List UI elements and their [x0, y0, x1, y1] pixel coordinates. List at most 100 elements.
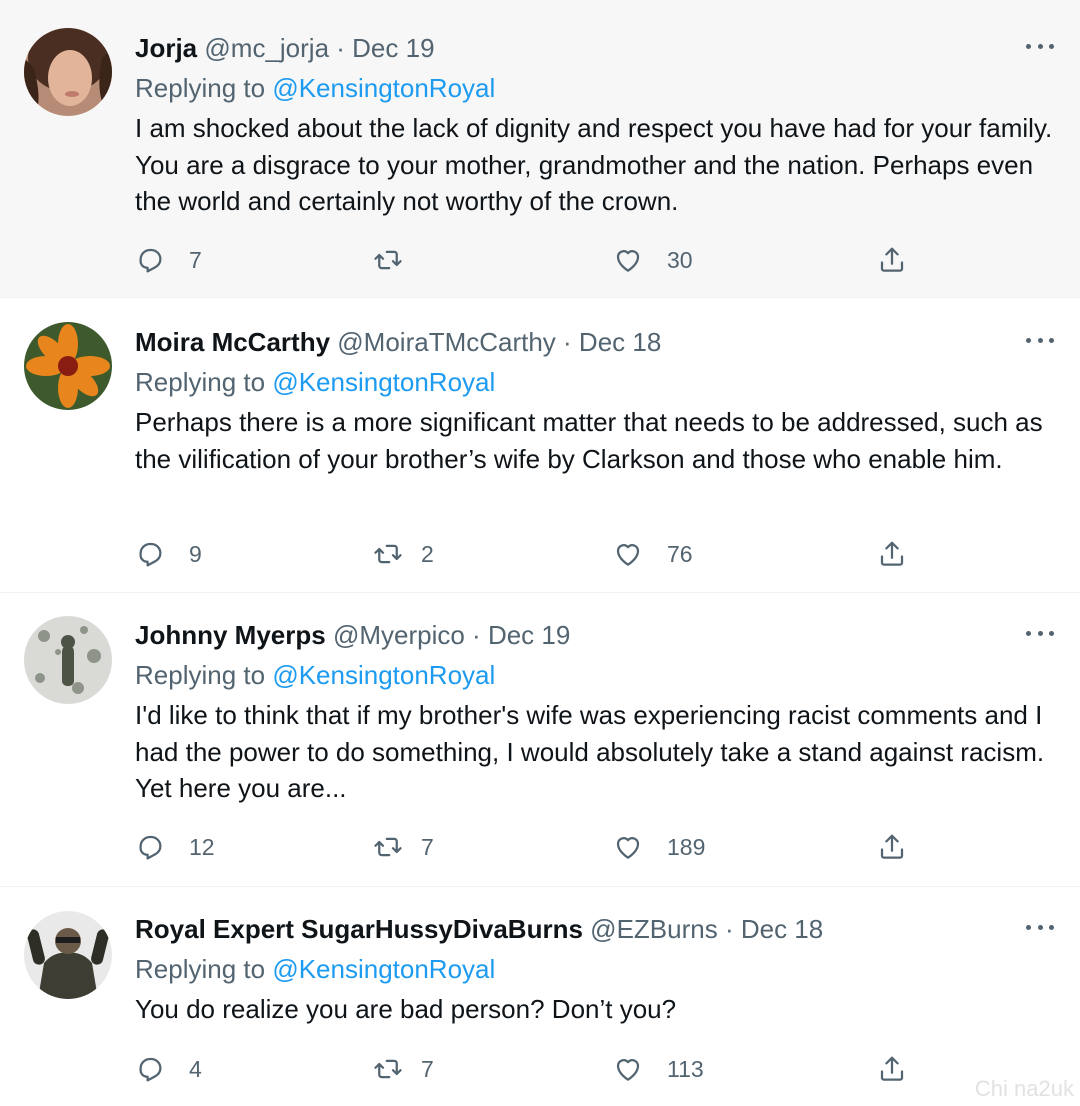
reply-button[interactable]: 4 [135, 1053, 202, 1085]
tweet[interactable]: Royal Expert SugarHussyDivaBurns @EZBurn… [0, 887, 1080, 1106]
heart-icon [616, 544, 640, 566]
reply-icon [139, 248, 162, 273]
share-icon [880, 1056, 904, 1081]
retweet-count: 7 [421, 833, 434, 860]
reply-count: 9 [189, 540, 202, 567]
replying-handle-link[interactable]: @KensingtonRoyal [272, 73, 495, 103]
replying-to: Replying to @KensingtonRoyal [135, 953, 495, 985]
reply-button[interactable]: 7 [135, 244, 202, 276]
like-button[interactable]: 30 [613, 244, 693, 276]
heart-icon [616, 1059, 640, 1081]
handle-text: @mc_jorja [204, 33, 330, 63]
retweet-count: 7 [421, 1055, 434, 1082]
share-button[interactable] [877, 1053, 907, 1085]
reply-icon [139, 542, 162, 567]
avatar[interactable] [24, 911, 112, 999]
avatar-image [24, 616, 112, 704]
separator: · [464, 620, 488, 650]
reply-icon [139, 835, 162, 860]
replying-handle-link[interactable]: @KensingtonRoyal [272, 660, 495, 690]
like-count: 30 [667, 246, 693, 273]
replying-to: Replying to @KensingtonRoyal [135, 659, 495, 691]
tweet-actions: 12 7 189 [135, 831, 915, 863]
replying-to: Replying to @KensingtonRoyal [135, 366, 495, 398]
avatar-image [24, 28, 112, 116]
retweet-button[interactable]: 7 [373, 831, 434, 863]
reply-icon [139, 1057, 162, 1082]
timestamp[interactable]: Dec 18 [741, 914, 823, 944]
more-icon[interactable] [1026, 917, 1054, 937]
tweet[interactable]: Moira McCarthy @MoiraTMcCarthy · Dec 18 … [0, 298, 1080, 593]
share-button[interactable] [877, 538, 907, 570]
share-icon [880, 247, 904, 272]
retweet-icon [374, 544, 402, 564]
reply-button[interactable]: 9 [135, 538, 202, 570]
replying-prefix: Replying to [135, 954, 266, 984]
replying-handle-link[interactable]: @KensingtonRoyal [272, 367, 495, 397]
avatar[interactable] [24, 322, 112, 410]
tweet-text: You do realize you are bad person? Don’t… [135, 994, 677, 1024]
username[interactable]: @mc_jorja [204, 33, 329, 63]
like-button[interactable]: 189 [613, 831, 705, 863]
retweet-icon [374, 250, 402, 270]
handle-text: @Myerpico [332, 620, 465, 650]
like-count: 189 [667, 833, 706, 860]
display-name[interactable]: Johnny Myerps [135, 620, 326, 650]
tweet[interactable]: Johnny Myerps @Myerpico · Dec 19 Replyin… [0, 593, 1080, 887]
timestamp[interactable]: Dec 19 [488, 620, 570, 650]
like-count: 113 [667, 1055, 704, 1082]
more-icon[interactable] [1026, 36, 1054, 56]
avatar[interactable] [24, 616, 112, 704]
reply-count: 12 [189, 833, 215, 860]
retweet-icon [374, 837, 402, 857]
retweet-button[interactable]: 7 [373, 1053, 434, 1085]
username[interactable]: @EZBurns [590, 914, 718, 944]
retweet-icon [374, 1059, 402, 1079]
replying-to: Replying to @KensingtonRoyal [135, 72, 495, 104]
more-icon[interactable] [1026, 330, 1054, 350]
replying-prefix: Replying to [135, 73, 266, 103]
replying-prefix: Replying to [135, 660, 266, 690]
reply-button[interactable]: 12 [135, 831, 215, 863]
separator: · [555, 327, 579, 357]
avatar-image [24, 911, 112, 999]
retweet-button[interactable]: 2 [373, 538, 434, 570]
username[interactable]: @MoiraTMcCarthy [337, 327, 556, 357]
replying-prefix: Replying to [135, 367, 266, 397]
display-name[interactable]: Jorja [135, 33, 197, 63]
replying-handle-link[interactable]: @KensingtonRoyal [272, 954, 495, 984]
username[interactable]: @Myerpico [333, 620, 465, 650]
more-icon[interactable] [1026, 623, 1054, 643]
separator: · [329, 33, 353, 63]
like-count: 76 [667, 540, 693, 567]
share-icon [880, 834, 904, 859]
retweet-count: 2 [421, 540, 434, 567]
tweet-text: I'd like to think that if my brother's w… [135, 700, 1045, 803]
tweet-actions: 4 7 113 [135, 1053, 915, 1085]
tweet-text: Perhaps there is a more significant matt… [135, 407, 1043, 474]
timestamp[interactable]: Dec 18 [579, 327, 661, 357]
heart-icon [616, 837, 640, 859]
watermark: Chi na2uk [974, 1076, 1074, 1101]
share-button[interactable] [877, 831, 907, 863]
avatar-image [24, 322, 112, 410]
tweet-text: I am shocked about the lack of dignity a… [135, 113, 1053, 216]
display-name[interactable]: Moira McCarthy [135, 327, 330, 357]
share-icon [880, 541, 904, 566]
like-button[interactable]: 76 [613, 538, 693, 570]
tweet[interactable]: Jorja @mc_jorja · Dec 19 Replying to @Ke… [0, 0, 1080, 298]
retweet-button[interactable] [373, 244, 421, 276]
reply-count: 4 [189, 1055, 202, 1082]
tweet-actions: 7 30 [135, 244, 915, 276]
heart-icon [616, 250, 640, 272]
reply-count: 7 [189, 246, 202, 273]
share-button[interactable] [877, 244, 907, 276]
tweet-actions: 9 2 76 [135, 538, 915, 570]
avatar[interactable] [24, 28, 112, 116]
handle-text: @EZBurns [590, 914, 718, 944]
handle-text: @MoiraTMcCarthy [337, 327, 556, 357]
timestamp[interactable]: Dec 19 [352, 33, 434, 63]
display-name[interactable]: Royal Expert SugarHussyDivaBurns [135, 914, 583, 944]
like-button[interactable]: 113 [613, 1053, 704, 1085]
separator: · [717, 914, 741, 944]
